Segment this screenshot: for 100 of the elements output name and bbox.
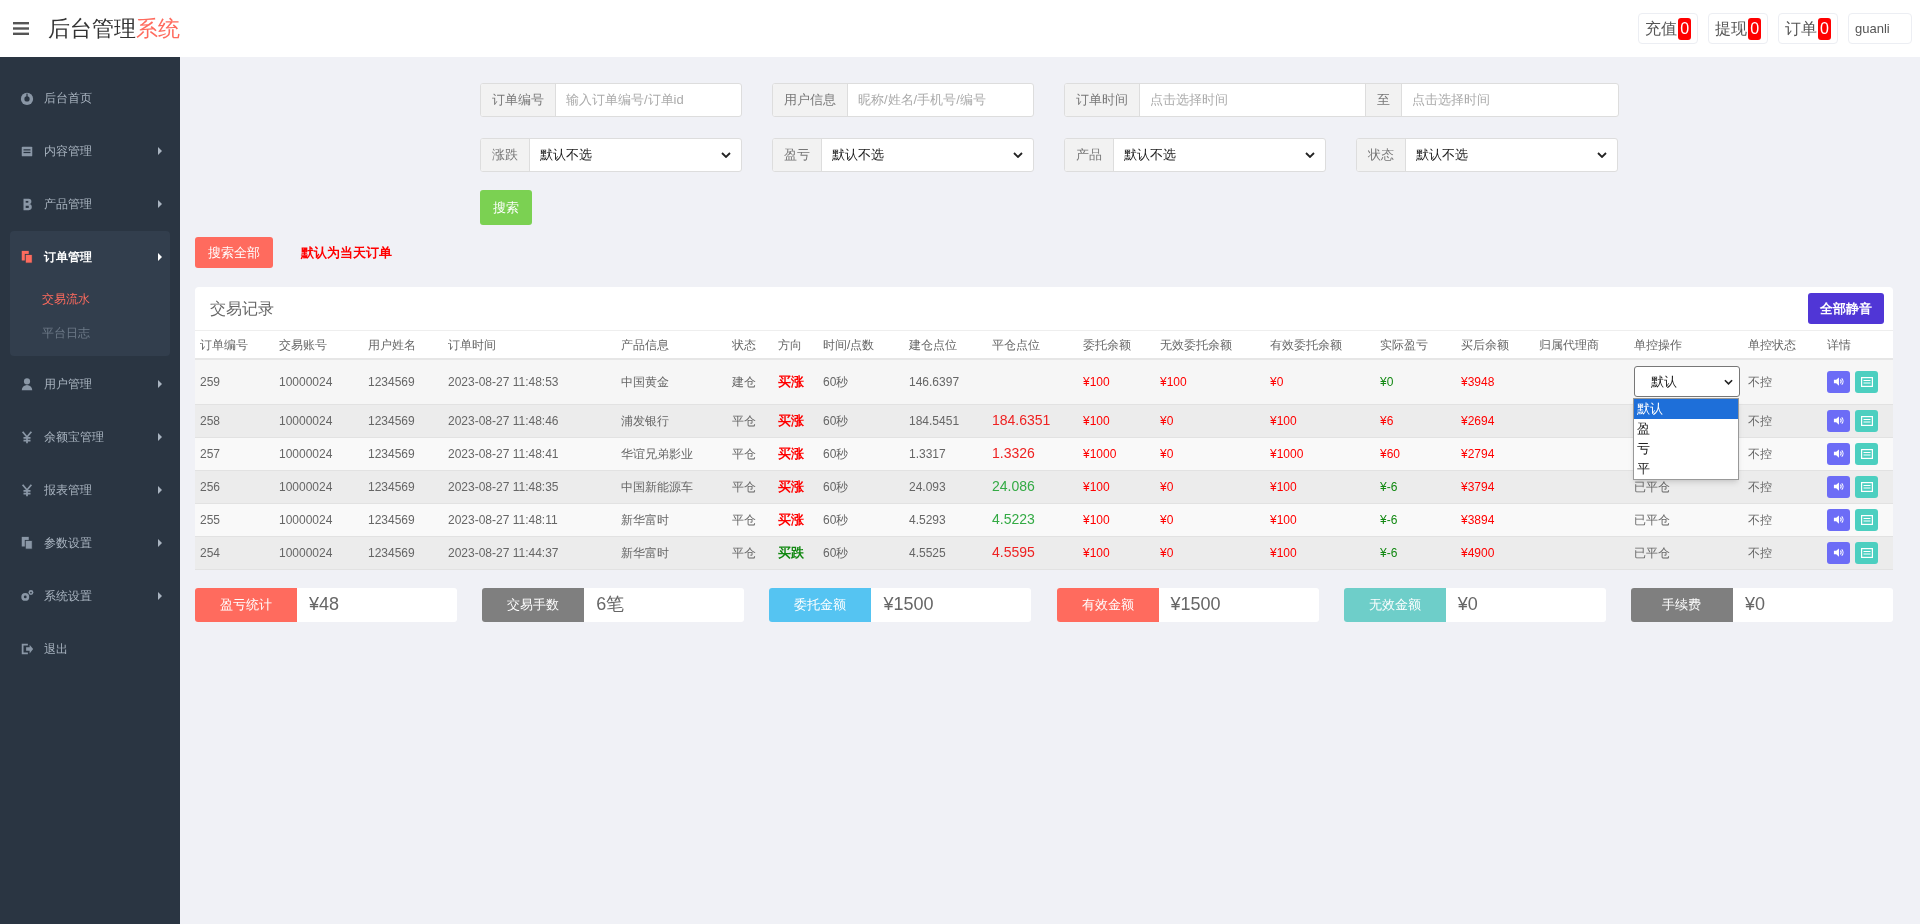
table-cell: 254	[195, 536, 274, 569]
table-cell: 10000024	[274, 437, 363, 470]
table-cell: ¥100	[1265, 470, 1375, 503]
column-header: 详情	[1822, 331, 1893, 359]
table-cell: ¥100	[1078, 503, 1155, 536]
select-field[interactable]: 默认	[1634, 366, 1740, 398]
input-field[interactable]: 点击选择时间	[1140, 84, 1365, 116]
sidebar-item[interactable]: 后台首页	[10, 72, 170, 123]
date-range-field[interactable]: 订单时间 点击选择时间 至 点击选择时间	[1064, 83, 1619, 117]
table-cell: 146.6397	[904, 359, 987, 404]
sidebar-item[interactable]: 参数设置	[10, 517, 170, 568]
sound-button[interactable]	[1827, 541, 1850, 564]
table-cell: 不控	[1743, 470, 1822, 503]
sidebar-item[interactable]: 系统设置	[10, 570, 170, 621]
user-menu-button[interactable]: guanli	[1848, 13, 1912, 44]
table-cell: ¥100	[1155, 359, 1265, 404]
note-text: 默认为当天订单	[301, 243, 392, 262]
table-cell: 平仓	[727, 470, 773, 503]
table-cell: 4.5595	[987, 536, 1078, 569]
sidebar-item[interactable]: 内容管理	[10, 125, 170, 176]
table-cell: 2023-08-27 11:48:11	[443, 503, 616, 536]
table-cell: 259	[195, 359, 274, 404]
table-cell: 1.3326	[987, 437, 1078, 470]
table-cell: 10000024	[274, 404, 363, 437]
table-cell: 60秒	[818, 404, 904, 437]
list-icon	[1860, 547, 1873, 558]
list-icon	[1860, 415, 1873, 426]
stat-label: 交易手数	[482, 587, 585, 622]
sound-button[interactable]	[1827, 508, 1850, 531]
menu-icon[interactable]	[13, 22, 29, 35]
stat-value: ¥0	[1743, 593, 1765, 616]
table-cell: 2023-08-27 11:48:46	[443, 404, 616, 437]
stat-value: 6笔	[595, 593, 625, 616]
speaker-icon	[1833, 481, 1844, 492]
speaker-icon	[1833, 547, 1844, 558]
stat-value: ¥1500	[1169, 593, 1221, 616]
sidebar-item[interactable]: 产品管理	[10, 178, 170, 229]
table-cell: 不控	[1743, 404, 1822, 437]
header-button[interactable]: 订单 0	[1778, 13, 1838, 44]
table-cell: 2023-08-27 11:48:53	[443, 359, 616, 404]
exit-icon	[20, 641, 34, 656]
sound-button[interactable]	[1827, 409, 1850, 432]
table-cell: 258	[195, 404, 274, 437]
table-cell: ¥3794	[1456, 470, 1534, 503]
dropdown-option[interactable]: 默认	[1634, 399, 1738, 419]
header-button[interactable]: 提现 0	[1708, 13, 1769, 44]
table-cell: 买跌	[778, 544, 804, 560]
input-field[interactable]: 点击选择时间	[1402, 84, 1618, 116]
column-header: 实际盈亏	[1375, 331, 1456, 359]
table-cell: 新华富时	[616, 503, 727, 536]
stat-value: ¥0	[1456, 593, 1478, 616]
sidebar-item[interactable]: 订单管理	[10, 231, 170, 282]
table-cell: 2023-08-27 11:48:35	[443, 470, 616, 503]
dropdown-option[interactable]: 亏	[1634, 439, 1738, 459]
table-cell: 255	[195, 503, 274, 536]
input-field[interactable]: 订单编号 输入订单编号/订单id	[480, 83, 742, 117]
sidebar-item[interactable]: 报表管理	[10, 464, 170, 515]
column-header: 单控操作	[1629, 331, 1743, 359]
input-field[interactable]: 用户信息 昵称/姓名/手机号/编号	[772, 83, 1034, 117]
sound-button[interactable]	[1827, 442, 1850, 465]
column-header: 交易账号	[274, 331, 363, 359]
table-cell: ¥0	[1155, 503, 1265, 536]
table-cell: ¥4900	[1456, 536, 1534, 569]
sidebar-item[interactable]: 余额宝管理	[10, 411, 170, 462]
column-header: 订单编号	[195, 331, 274, 359]
gears-icon	[20, 588, 34, 603]
table-cell: ¥6	[1375, 404, 1456, 437]
table-cell: 1234569	[363, 404, 443, 437]
table-cell: 4.5293	[904, 503, 987, 536]
header-button[interactable]: 充值 0	[1638, 13, 1699, 44]
column-header: 无效委托余额	[1155, 331, 1265, 359]
sidebar-item[interactable]: 退出	[10, 623, 170, 674]
table-cell: 平仓	[727, 536, 773, 569]
sound-button[interactable]	[1827, 475, 1850, 498]
table-cell: ¥3894	[1456, 503, 1534, 536]
input-field[interactable]: 输入订单编号/订单id	[556, 84, 741, 116]
caret-icon	[158, 146, 162, 155]
table-cell: 184.6351	[987, 404, 1078, 437]
caret-icon	[158, 432, 162, 441]
mute-all-button[interactable]: 全部静音	[1808, 293, 1884, 324]
stat-label: 盈亏统计	[195, 587, 297, 622]
table-cell: 60秒	[818, 470, 904, 503]
table-cell: ¥2794	[1456, 437, 1534, 470]
table-cell: 不控	[1743, 536, 1822, 569]
table-cell: 256	[195, 470, 274, 503]
sidebar-item[interactable]: 用户管理	[10, 358, 170, 409]
table-cell: 已平仓	[1629, 503, 1743, 536]
submenu-item[interactable]: 交易流水	[10, 282, 170, 316]
count-badge: 0	[1748, 17, 1762, 40]
sound-button[interactable]	[1827, 370, 1850, 393]
speaker-icon	[1833, 376, 1844, 388]
input-field[interactable]: 昵称/姓名/手机号/编号	[848, 84, 1033, 116]
table-cell: 60秒	[818, 437, 904, 470]
table-cell: ¥100	[1265, 404, 1375, 437]
table-cell: 平仓	[727, 503, 773, 536]
table-cell: 4.5223	[987, 503, 1078, 536]
table-cell: ¥0	[1155, 437, 1265, 470]
dropdown-option[interactable]: 盈	[1634, 419, 1738, 439]
table-cell: ¥0	[1375, 359, 1456, 404]
table-cell: 建仓	[727, 359, 773, 404]
